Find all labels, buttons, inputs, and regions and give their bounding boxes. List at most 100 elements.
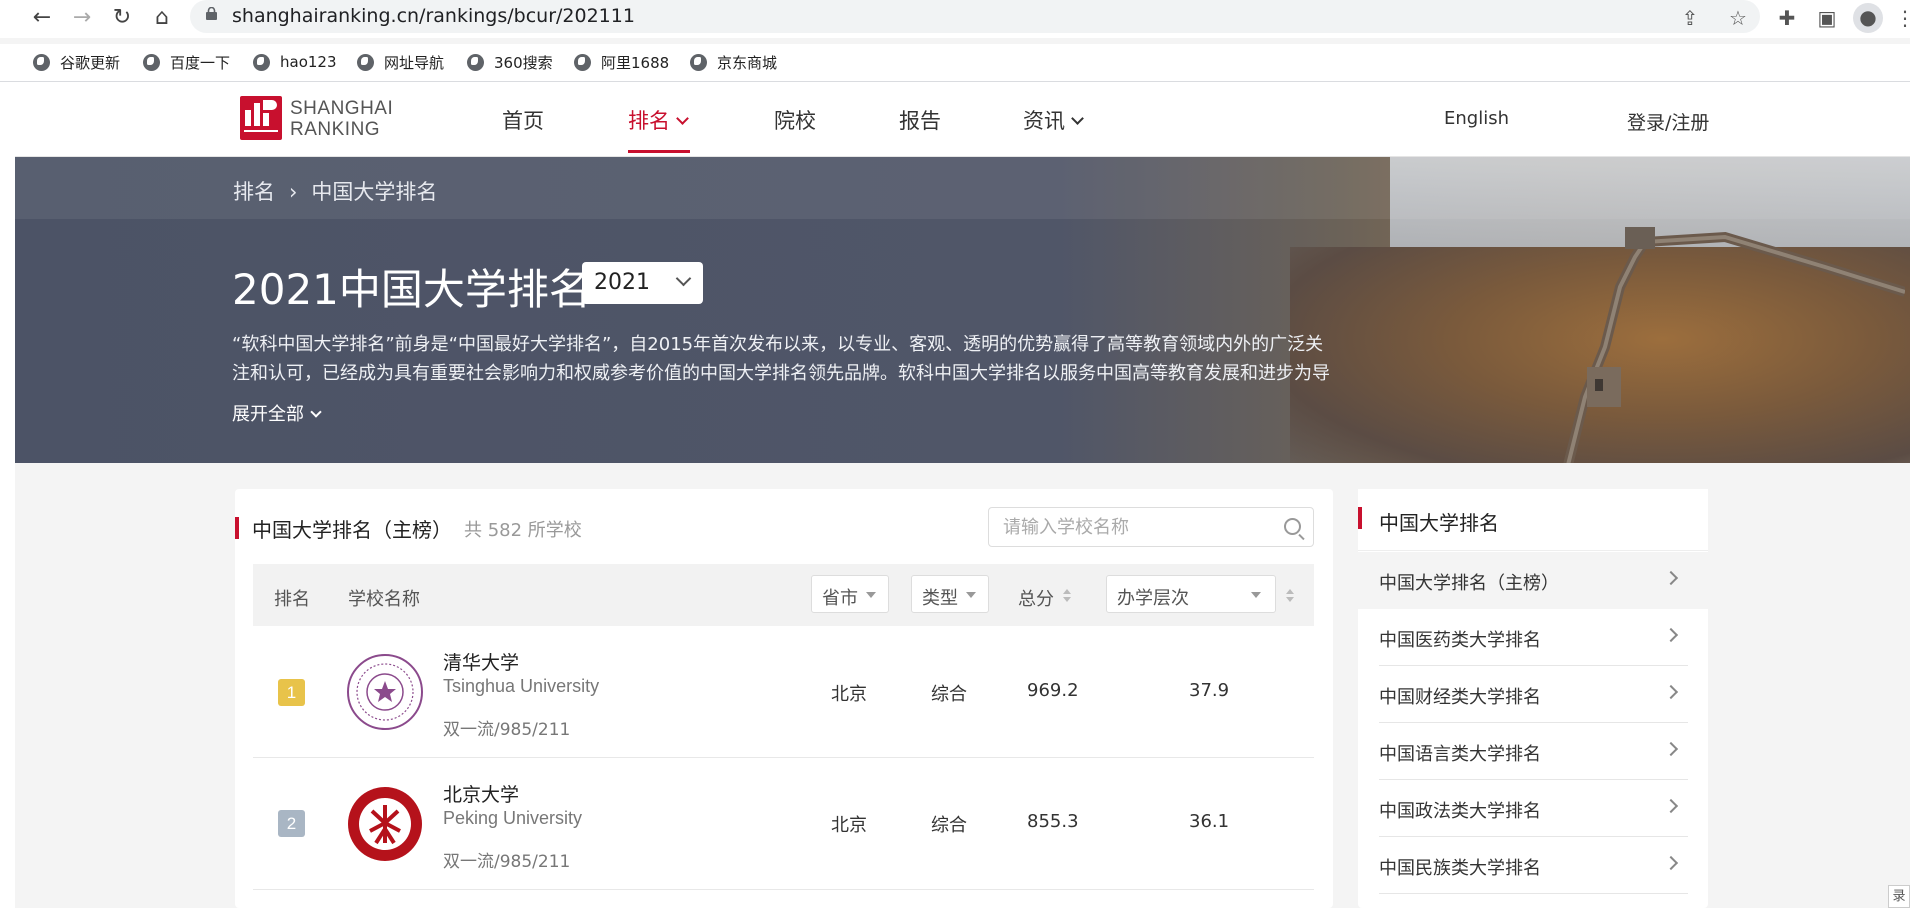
bookmark-item[interactable]: 阿里1688 bbox=[574, 50, 669, 74]
title-accent bbox=[1358, 507, 1362, 529]
level-cell: 36.1 bbox=[1189, 811, 1230, 832]
sort-down-icon[interactable] bbox=[1063, 597, 1071, 602]
header-school-name: 学校名称 bbox=[348, 589, 420, 610]
nav-news[interactable]: 资讯 bbox=[1023, 105, 1084, 135]
chevron-down-icon bbox=[1071, 112, 1084, 125]
login-register-link[interactable]: 登录/注册 bbox=[1627, 108, 1709, 138]
level-filter[interactable]: 办学层次 bbox=[1106, 575, 1276, 613]
forward-arrow-icon[interactable]: → bbox=[68, 4, 96, 32]
type-cell: 综合 bbox=[931, 684, 967, 705]
intro-text: “软科中国大学排名”前身是“中国最好大学排名”，自2015年首次发布以来，以专业… bbox=[232, 334, 1330, 384]
english-link[interactable]: English bbox=[1444, 108, 1509, 138]
table-row[interactable]: 1 清华大学 Tsinghua University 双一流/985/211 北… bbox=[253, 626, 1314, 758]
province-cell: 北京 bbox=[831, 684, 867, 705]
chevron-right-icon bbox=[1663, 798, 1679, 814]
sidebar-title: 中国大学排名 bbox=[1379, 511, 1499, 535]
side-panel-icon[interactable]: ▣ bbox=[1813, 4, 1841, 32]
rank-badge-gold: 1 bbox=[278, 679, 305, 706]
great-wall-image bbox=[1563, 227, 1905, 463]
school-name-en[interactable]: Peking University bbox=[443, 808, 582, 829]
breadcrumb-current: 中国大学排名 bbox=[311, 180, 438, 204]
bookmark-item[interactable]: 网址导航 bbox=[357, 50, 444, 74]
chevron-right-icon: › bbox=[289, 180, 298, 204]
bookmark-item[interactable]: 谷歌更新 bbox=[33, 50, 120, 74]
sidebar-item-language[interactable]: 中国语言类大学排名 bbox=[1358, 723, 1708, 780]
floating-tab[interactable]: 录 bbox=[1888, 885, 1910, 908]
header-rank: 排名 bbox=[274, 589, 310, 610]
sort-up-icon[interactable] bbox=[1286, 589, 1294, 594]
menu-more-icon[interactable]: ⋮ bbox=[1891, 4, 1910, 32]
bookmark-item[interactable]: hao123 bbox=[253, 50, 337, 74]
breadcrumb-ranking[interactable]: 排名 bbox=[233, 180, 275, 204]
caret-down-icon bbox=[866, 592, 876, 598]
bookmark-item[interactable]: 百度一下 bbox=[143, 50, 230, 74]
school-name-en[interactable]: Tsinghua University bbox=[443, 676, 599, 697]
year-select[interactable]: 2021 bbox=[582, 262, 703, 304]
search-icon[interactable] bbox=[1284, 518, 1301, 535]
sidebar-item-ethnic[interactable]: 中国民族类大学排名 bbox=[1358, 837, 1708, 894]
caret-down-icon bbox=[1251, 592, 1261, 598]
score-cell: 969.2 bbox=[1027, 680, 1079, 701]
breadcrumb: 排名 › 中国大学排名 bbox=[233, 176, 437, 206]
back-arrow-icon[interactable]: ← bbox=[28, 4, 56, 32]
expand-all-link[interactable]: 展开全部 bbox=[232, 400, 322, 426]
province-filter[interactable]: 省市 bbox=[811, 575, 889, 613]
chevron-right-icon bbox=[1663, 684, 1679, 700]
province-cell: 北京 bbox=[831, 815, 867, 836]
chevron-right-icon bbox=[1663, 570, 1679, 586]
rank-badge-silver: 2 bbox=[278, 810, 305, 837]
nav-ranking[interactable]: 排名 bbox=[628, 105, 689, 135]
header-total-score[interactable]: 总分 bbox=[1018, 585, 1054, 611]
school-search-input[interactable] bbox=[1001, 516, 1261, 539]
address-bar[interactable]: shanghairanking.cn/rankings/bcur/202111 bbox=[190, 0, 1760, 33]
chevron-down-icon bbox=[676, 112, 689, 125]
sidebar-item-main-ranking[interactable]: 中国大学排名（主榜） bbox=[1358, 552, 1708, 609]
peking-crest-icon[interactable] bbox=[346, 785, 424, 863]
title-accent bbox=[235, 517, 239, 539]
school-tags: 双一流/985/211 bbox=[443, 852, 571, 872]
bookmarks-bar: 谷歌更新 百度一下 hao123 网址导航 360搜索 阿里1688 京东商城 bbox=[0, 44, 1910, 82]
score-cell: 855.3 bbox=[1027, 811, 1079, 832]
lock-icon bbox=[206, 7, 217, 20]
school-name-cn[interactable]: 北京大学 bbox=[443, 780, 519, 807]
nav-home[interactable]: 首页 bbox=[502, 105, 544, 135]
chevron-right-icon bbox=[1663, 741, 1679, 757]
level-cell: 37.9 bbox=[1189, 680, 1230, 701]
shanghairanking-logo[interactable]: SHANGHAI RANKING bbox=[240, 96, 394, 144]
school-search-box bbox=[988, 507, 1314, 547]
logo-text: SHANGHAI RANKING bbox=[290, 98, 394, 140]
table-row[interactable]: 2 北京大学 Peking University 双一流/985/211 北京 … bbox=[253, 758, 1314, 890]
bookmark-item[interactable]: 京东商城 bbox=[690, 50, 777, 74]
reload-icon[interactable]: ↻ bbox=[108, 4, 136, 32]
globe-icon bbox=[33, 53, 50, 71]
globe-icon bbox=[467, 53, 484, 71]
browser-toolbar: ← → ↻ ⌂ shanghairanking.cn/rankings/bcur… bbox=[0, 0, 1910, 38]
sort-up-icon[interactable] bbox=[1063, 589, 1071, 594]
sidebar-item-law[interactable]: 中国政法类大学排名 bbox=[1358, 780, 1708, 837]
share-icon[interactable]: ⇪ bbox=[1676, 4, 1704, 32]
chevron-down-icon bbox=[310, 406, 322, 418]
chevron-right-icon bbox=[1663, 855, 1679, 871]
url-text[interactable]: shanghairanking.cn/rankings/bcur/202111 bbox=[232, 5, 635, 27]
bookmark-star-icon[interactable]: ☆ bbox=[1724, 4, 1752, 32]
page-edge bbox=[0, 82, 15, 908]
sidebar-item-finance[interactable]: 中国财经类大学排名 bbox=[1358, 666, 1708, 723]
home-icon[interactable]: ⌂ bbox=[148, 4, 176, 32]
ranking-title: 中国大学排名（主榜） bbox=[252, 518, 452, 542]
school-name-cn[interactable]: 清华大学 bbox=[443, 648, 519, 675]
nav-reports[interactable]: 报告 bbox=[899, 105, 941, 135]
profile-avatar-icon[interactable]: ● bbox=[1853, 3, 1883, 33]
type-filter[interactable]: 类型 bbox=[911, 575, 989, 613]
active-tab-underline bbox=[628, 150, 690, 153]
chevron-right-icon bbox=[1663, 627, 1679, 643]
sidebar-item-medical[interactable]: 中国医药类大学排名 bbox=[1358, 609, 1708, 666]
globe-icon bbox=[690, 53, 707, 71]
chevron-down-icon bbox=[675, 270, 692, 287]
sort-down-icon[interactable] bbox=[1286, 597, 1294, 602]
tsinghua-crest-icon[interactable] bbox=[346, 653, 424, 731]
bookmark-item[interactable]: 360搜索 bbox=[467, 50, 553, 74]
globe-icon bbox=[357, 53, 374, 71]
logo-mark-icon bbox=[240, 96, 282, 140]
nav-universities[interactable]: 院校 bbox=[774, 105, 816, 135]
extensions-icon[interactable]: ✚ bbox=[1773, 4, 1801, 32]
